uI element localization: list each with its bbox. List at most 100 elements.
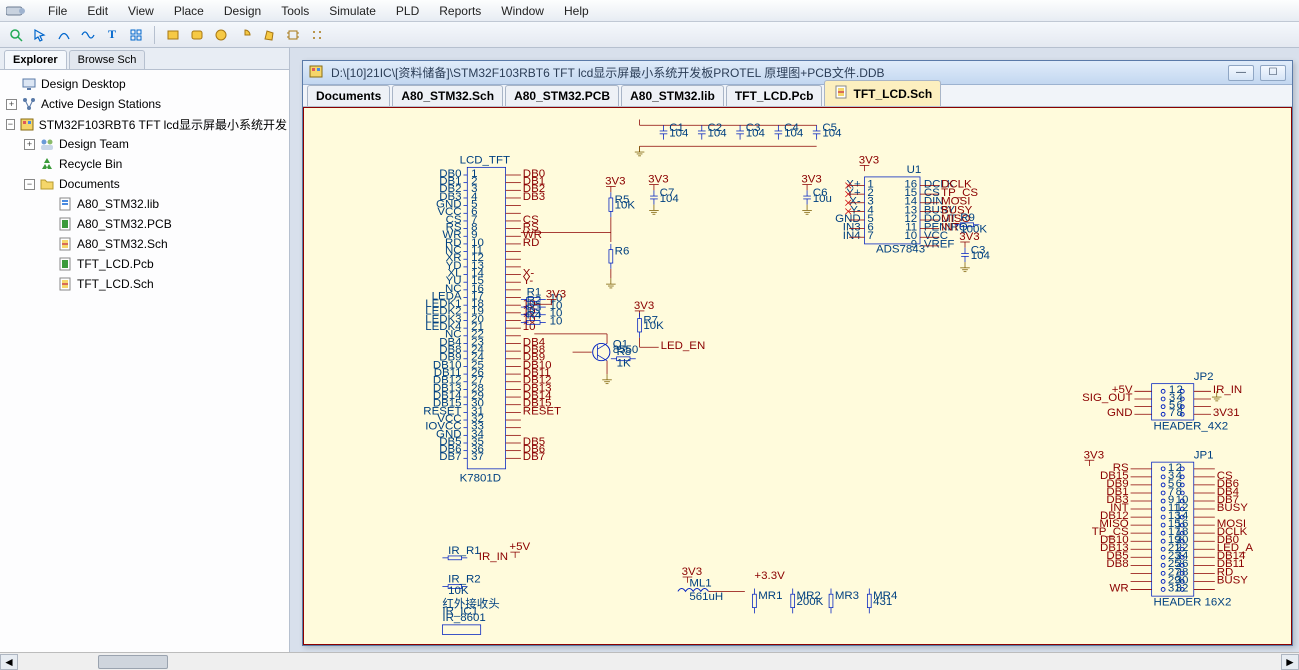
svg-text:431: 431 [873,596,892,608]
tool-zoom-icon[interactable] [6,25,26,45]
doc-tab[interactable]: Documents [307,85,390,106]
svg-text:IR_IN: IR_IN [479,551,508,563]
svg-text:GND: GND [1107,407,1133,419]
tool-pie-icon[interactable] [235,25,255,45]
tree-label: TFT_LCD.Sch [77,277,154,291]
desktop-icon [21,76,37,92]
svg-text:200K: 200K [797,596,824,608]
svg-text:JP2: JP2 [1194,371,1214,383]
tree-item[interactable]: A80_STM32.lib [2,194,287,214]
maximize-button[interactable]: ☐ [1260,65,1286,81]
horizontal-scrollbar[interactable]: ◄ ► [0,652,1299,670]
svg-text:RESET: RESET [523,405,561,417]
svg-text:3V3: 3V3 [859,155,879,167]
tree-item[interactable]: TFT_LCD.Sch [2,274,287,294]
tree-label: Active Design Stations [41,97,161,111]
sidebar: Explorer Browse Sch Design Desktop + Activ… [0,48,290,652]
doc-tab[interactable]: TFT_LCD.Pcb [726,85,823,106]
doc-tab[interactable]: A80_STM32.lib [621,85,724,106]
tree-item[interactable]: +Design Team [2,134,287,154]
svg-text:SIG_OUT: SIG_OUT [1082,392,1132,404]
document-tabs: DocumentsA80_STM32.SchA80_STM32.PCBA80_S… [303,85,1292,107]
sidebar-tabs: Explorer Browse Sch [0,48,289,70]
schematic-canvas[interactable]: C1104C2104C3104C4104C5104LCD_TFTDB01DB0D… [303,107,1292,645]
content-area: D:\[10]21IC\[资料储备]\STM32F103RBT6 TFT lcd… [290,48,1299,652]
menu-simulate[interactable]: Simulate [319,1,386,21]
expander-icon[interactable]: − [24,179,35,190]
tool-poly-icon[interactable] [259,25,279,45]
svg-text:10u: 10u [813,193,832,205]
svg-text:3V3: 3V3 [801,174,821,186]
svg-text:3V3: 3V3 [634,300,654,312]
tree-view[interactable]: Design Desktop + Active Design Stations −ST… [0,70,289,652]
svg-text:3V3: 3V3 [682,566,702,578]
menu-window[interactable]: Window [491,1,554,21]
svg-text:R4: R4 [527,310,542,322]
expander-icon[interactable]: − [6,119,15,130]
pcb-icon [57,216,73,232]
expander-icon[interactable]: + [24,139,35,150]
menu-design[interactable]: Design [214,1,271,21]
menu-file[interactable]: File [38,1,77,21]
recycle-icon [39,156,55,172]
svg-text:R8: R8 [617,346,632,358]
tree-item[interactable]: + Active Design Stations [2,94,287,114]
menu-view[interactable]: View [118,1,164,21]
tool-arc-icon[interactable] [54,25,74,45]
doc-tab[interactable]: A80_STM32.Sch [392,85,503,106]
menu-pld[interactable]: PLD [386,1,429,21]
scroll-right-icon[interactable]: ► [1281,654,1299,670]
menu-help[interactable]: Help [554,1,599,21]
tree-item[interactable]: A80_STM32.Sch [2,234,287,254]
svg-text:Y-: Y- [523,275,534,287]
svg-text:DB3: DB3 [523,191,545,203]
svg-text:IR_8601: IR_8601 [442,612,485,624]
svg-text:+5V: +5V [509,541,530,553]
tree-item[interactable]: −STM32F103RBT6 TFT lcd显示屏最小系统开发 [2,114,287,134]
tool-select-icon[interactable] [30,25,50,45]
tool-rect-round-icon[interactable] [187,25,207,45]
menu-place[interactable]: Place [164,1,214,21]
doc-tab[interactable]: A80_STM32.PCB [505,85,619,106]
scroll-left-icon[interactable]: ◄ [0,654,18,670]
stations-icon [21,96,37,112]
menu-reports[interactable]: Reports [429,1,491,21]
menu-tools[interactable]: Tools [271,1,319,21]
tree-item[interactable]: TFT_LCD.Pcb [2,254,287,274]
sidebar-tab-explorer[interactable]: Explorer [4,50,67,69]
svg-text:7: 7 [1169,407,1175,419]
svg-text:8: 8 [1177,407,1183,419]
tool-array-icon[interactable] [307,25,327,45]
app-logo-icon [4,3,28,19]
tree-item[interactable]: −Documents [2,174,287,194]
sch-icon [833,84,849,103]
svg-text:10K: 10K [615,200,636,212]
svg-text:10: 10 [523,321,536,333]
scroll-thumb[interactable] [98,655,168,669]
svg-text:104: 104 [746,128,766,140]
expander-icon[interactable]: + [6,99,17,110]
menu-edit[interactable]: Edit [77,1,118,21]
tool-text-icon[interactable]: T [102,25,122,45]
svg-text:ML1: ML1 [689,578,711,590]
svg-text:561uH: 561uH [689,591,723,603]
svg-text:3V3: 3V3 [546,289,566,301]
tree-item[interactable]: A80_STM32.PCB [2,214,287,234]
doc-tab[interactable]: TFT_LCD.Sch [824,80,941,106]
tool-wave-icon[interactable] [78,25,98,45]
tool-circle-icon[interactable] [211,25,231,45]
svg-text:37: 37 [471,451,484,463]
tree-item[interactable]: Design Desktop [2,74,287,94]
team-icon [39,136,55,152]
tree-item[interactable]: Recycle Bin [2,154,287,174]
minimize-button[interactable]: — [1228,65,1254,81]
tool-component-icon[interactable] [283,25,303,45]
svg-text:HEADER_4X2: HEADER_4X2 [1154,421,1229,433]
tool-rect-fill-icon[interactable] [163,25,183,45]
svg-text:104: 104 [660,193,680,205]
svg-text:1K: 1K [617,357,631,369]
svg-text:BUSY: BUSY [1217,502,1249,514]
sidebar-tab-browse-sch[interactable]: Browse Sch [69,50,146,69]
svg-text:U1: U1 [907,164,922,176]
tool-grid-icon[interactable] [126,25,146,45]
